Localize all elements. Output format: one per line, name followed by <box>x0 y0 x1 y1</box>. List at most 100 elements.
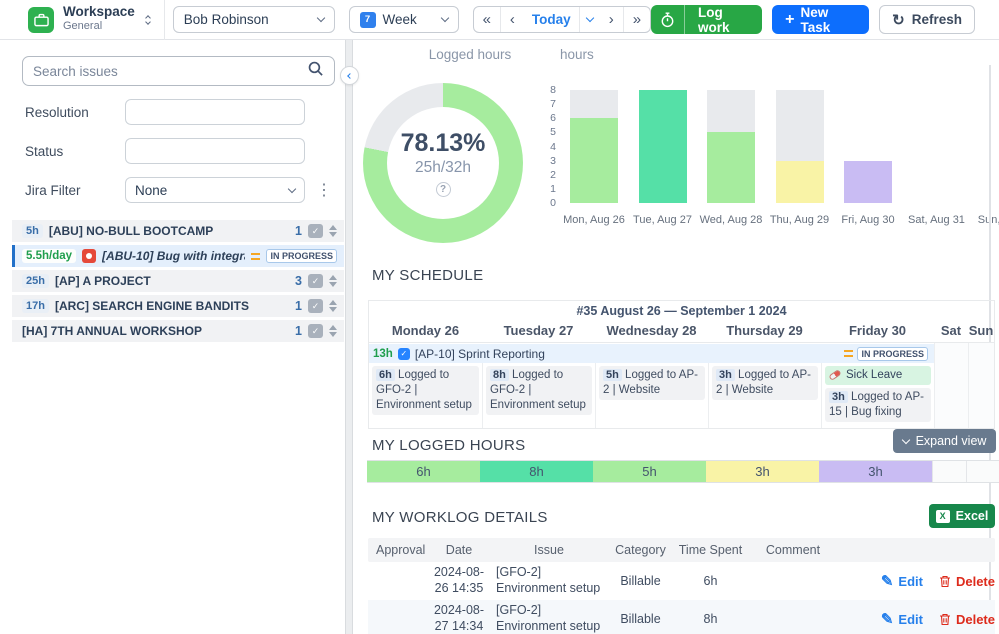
y-tick: 7 <box>540 98 556 110</box>
col-category: Category <box>608 543 673 557</box>
day-header[interactable]: Sat <box>934 321 968 342</box>
project-row[interactable]: 17h [ARC] SEARCH ENGINE BANDITS 1 ✓ <box>12 295 344 317</box>
workspace-icon <box>28 7 54 33</box>
hours-segment[interactable]: 3h <box>819 461 932 482</box>
hours-segment[interactable]: 8h <box>480 461 593 482</box>
logged-hours-bar[interactable] <box>776 161 824 203</box>
day-header[interactable]: Monday 26 <box>369 321 482 342</box>
jira-filter-label: Jira Filter <box>25 183 125 198</box>
delete-button[interactable]: Delete <box>939 612 995 627</box>
user-select[interactable]: Bob Robinson <box>173 6 335 33</box>
project-row[interactable]: 5h [ABU] NO-BULL BOOTCAMP 1 ✓ <box>12 220 344 242</box>
col-issue: Issue <box>490 543 608 557</box>
first-page-button[interactable]: « <box>474 7 500 32</box>
search-icon[interactable] <box>307 60 324 82</box>
chevron-down-icon <box>901 435 909 443</box>
bar-column <box>639 90 687 203</box>
worklog-chip[interactable]: 3h Logged to AP-15 | Bug fixing <box>825 388 931 422</box>
calendar-check-icon[interactable]: ✓ <box>308 299 323 313</box>
sort-icon[interactable] <box>329 300 337 312</box>
bar-column <box>913 90 961 203</box>
day-header[interactable]: Sun <box>968 321 994 342</box>
scheduled-task-bar[interactable]: 13h ✓ [AP-10] Sprint Reporting IN PROGRE… <box>369 344 934 363</box>
today-dropdown-chevron-icon[interactable] <box>579 7 600 32</box>
kebab-menu-icon[interactable]: ⋮ <box>316 180 332 200</box>
trash-icon <box>939 575 951 588</box>
expand-view-button[interactable]: Expand view <box>893 429 996 453</box>
day-cell-wednesday[interactable]: 5h Logged to AP-2 | Website <box>595 363 708 428</box>
panel-divider[interactable] <box>345 40 353 634</box>
logged-hours-bar: 6h8h5h3h3h <box>367 460 999 483</box>
day-cell-monday[interactable]: 6h Logged to GFO-2 | Environment setup <box>369 363 482 428</box>
issue-cell[interactable]: [GFO-2] Environment setup <box>490 600 608 634</box>
log-work-button[interactable]: Log work <box>651 5 762 34</box>
sort-icon[interactable] <box>329 225 337 237</box>
hours-segment[interactable]: 5h <box>593 461 706 482</box>
logged-hours-bar[interactable] <box>570 118 618 203</box>
day-header[interactable]: Tuesday 27 <box>482 321 595 342</box>
logged-hours-bar[interactable] <box>639 90 687 203</box>
logged-hours-bar[interactable] <box>844 161 892 203</box>
worklog-chip[interactable]: 5h Logged to AP-2 | Website <box>599 366 705 400</box>
today-button[interactable]: Today <box>524 12 579 27</box>
help-icon[interactable]: ? <box>436 182 451 197</box>
search-input[interactable] <box>33 64 307 79</box>
jira-filter-select[interactable]: None <box>125 177 305 203</box>
worklog-chip[interactable]: 8h Logged to GFO-2 | Environment setup <box>486 366 592 415</box>
prev-button[interactable]: ‹ <box>501 7 524 32</box>
calendar-check-icon[interactable]: ✓ <box>308 224 323 238</box>
status-input[interactable] <box>125 138 305 164</box>
logged-hours-section-title: MY LOGGED HOURS <box>372 437 525 454</box>
schedule-body: 13h ✓ [AP-10] Sprint Reporting IN PROGRE… <box>369 343 994 428</box>
task-status-badge: IN PROGRESS <box>857 347 928 361</box>
sick-leave-chip[interactable]: Sick Leave <box>825 366 931 385</box>
last-page-button[interactable]: » <box>624 7 650 32</box>
logged-hours-bar[interactable] <box>707 132 755 203</box>
top-bar: Workspace General Bob Robinson 7 Week « … <box>0 0 999 40</box>
export-excel-button[interactable]: X Excel <box>929 504 995 528</box>
worklog-row: 2024-08-26 14:35 [GFO-2] Environment set… <box>368 562 995 600</box>
resolution-filter-row: Resolution <box>25 99 345 125</box>
chevron-updown-icon[interactable] <box>146 16 150 24</box>
project-row[interactable]: 25h [AP] A PROJECT 3 ✓ <box>12 270 344 292</box>
issue-count: 1 <box>295 224 302 238</box>
day-header[interactable]: Wednesday 28 <box>595 321 708 342</box>
status-badge: IN PROGRESS <box>266 249 337 263</box>
workspace-switcher[interactable]: Workspace General <box>28 0 165 40</box>
edit-button[interactable]: ✎Edit <box>881 610 923 628</box>
y-tick: 5 <box>540 126 556 138</box>
worklog-chip[interactable]: 6h Logged to GFO-2 | Environment setup <box>372 366 479 415</box>
calendar-check-icon[interactable]: ✓ <box>308 324 323 338</box>
col-approval: Approval <box>368 543 428 557</box>
next-button[interactable]: › <box>600 7 623 32</box>
delete-button[interactable]: Delete <box>939 574 995 589</box>
sort-icon[interactable] <box>329 275 337 287</box>
day-cell-tuesday[interactable]: 8h Logged to GFO-2 | Environment setup <box>482 363 595 428</box>
project-row[interactable]: [HA] 7TH ANNUAL WORKSHOP 1 ✓ <box>12 320 344 342</box>
edit-button[interactable]: ✎Edit <box>881 572 923 590</box>
day-header[interactable]: Friday 30 <box>821 321 934 342</box>
new-task-button[interactable]: + New Task <box>772 5 869 34</box>
collapse-sidebar-button[interactable] <box>340 66 359 85</box>
worklog-chip[interactable]: 3h Logged to AP-2 | Website <box>712 366 818 400</box>
hours-segment[interactable]: 6h <box>367 461 480 482</box>
weekend-cell-sun[interactable] <box>968 363 994 428</box>
hours-segment[interactable]: 3h <box>706 461 819 482</box>
remaining-capacity-bar <box>570 90 618 118</box>
resolution-input[interactable] <box>125 99 305 125</box>
y-tick: 4 <box>540 141 556 153</box>
issue-row-selected[interactable]: 5.5h/day [ABU-10] Bug with integrations … <box>12 245 344 267</box>
week-range-label[interactable]: #35 August 26 — September 1 2024 <box>369 301 994 321</box>
sort-icon[interactable] <box>329 325 337 337</box>
issue-cell[interactable]: [GFO-2] Environment setup <box>490 562 608 599</box>
y-tick: 3 <box>540 155 556 167</box>
refresh-button[interactable]: ↻ Refresh <box>879 5 975 34</box>
day-cell-thursday[interactable]: 3h Logged to AP-2 | Website <box>708 363 821 428</box>
log-work-label: Log work <box>685 5 762 34</box>
day-cell-friday[interactable]: Sick Leave 3h Logged to AP-15 | Bug fixi… <box>821 363 934 428</box>
weekend-cell-sat[interactable] <box>934 363 968 428</box>
period-select[interactable]: 7 Week <box>349 6 459 33</box>
worklog-table-header: Approval Date Issue Category Time Spent … <box>368 538 995 562</box>
calendar-check-icon[interactable]: ✓ <box>308 274 323 288</box>
day-header[interactable]: Thursday 29 <box>708 321 821 342</box>
